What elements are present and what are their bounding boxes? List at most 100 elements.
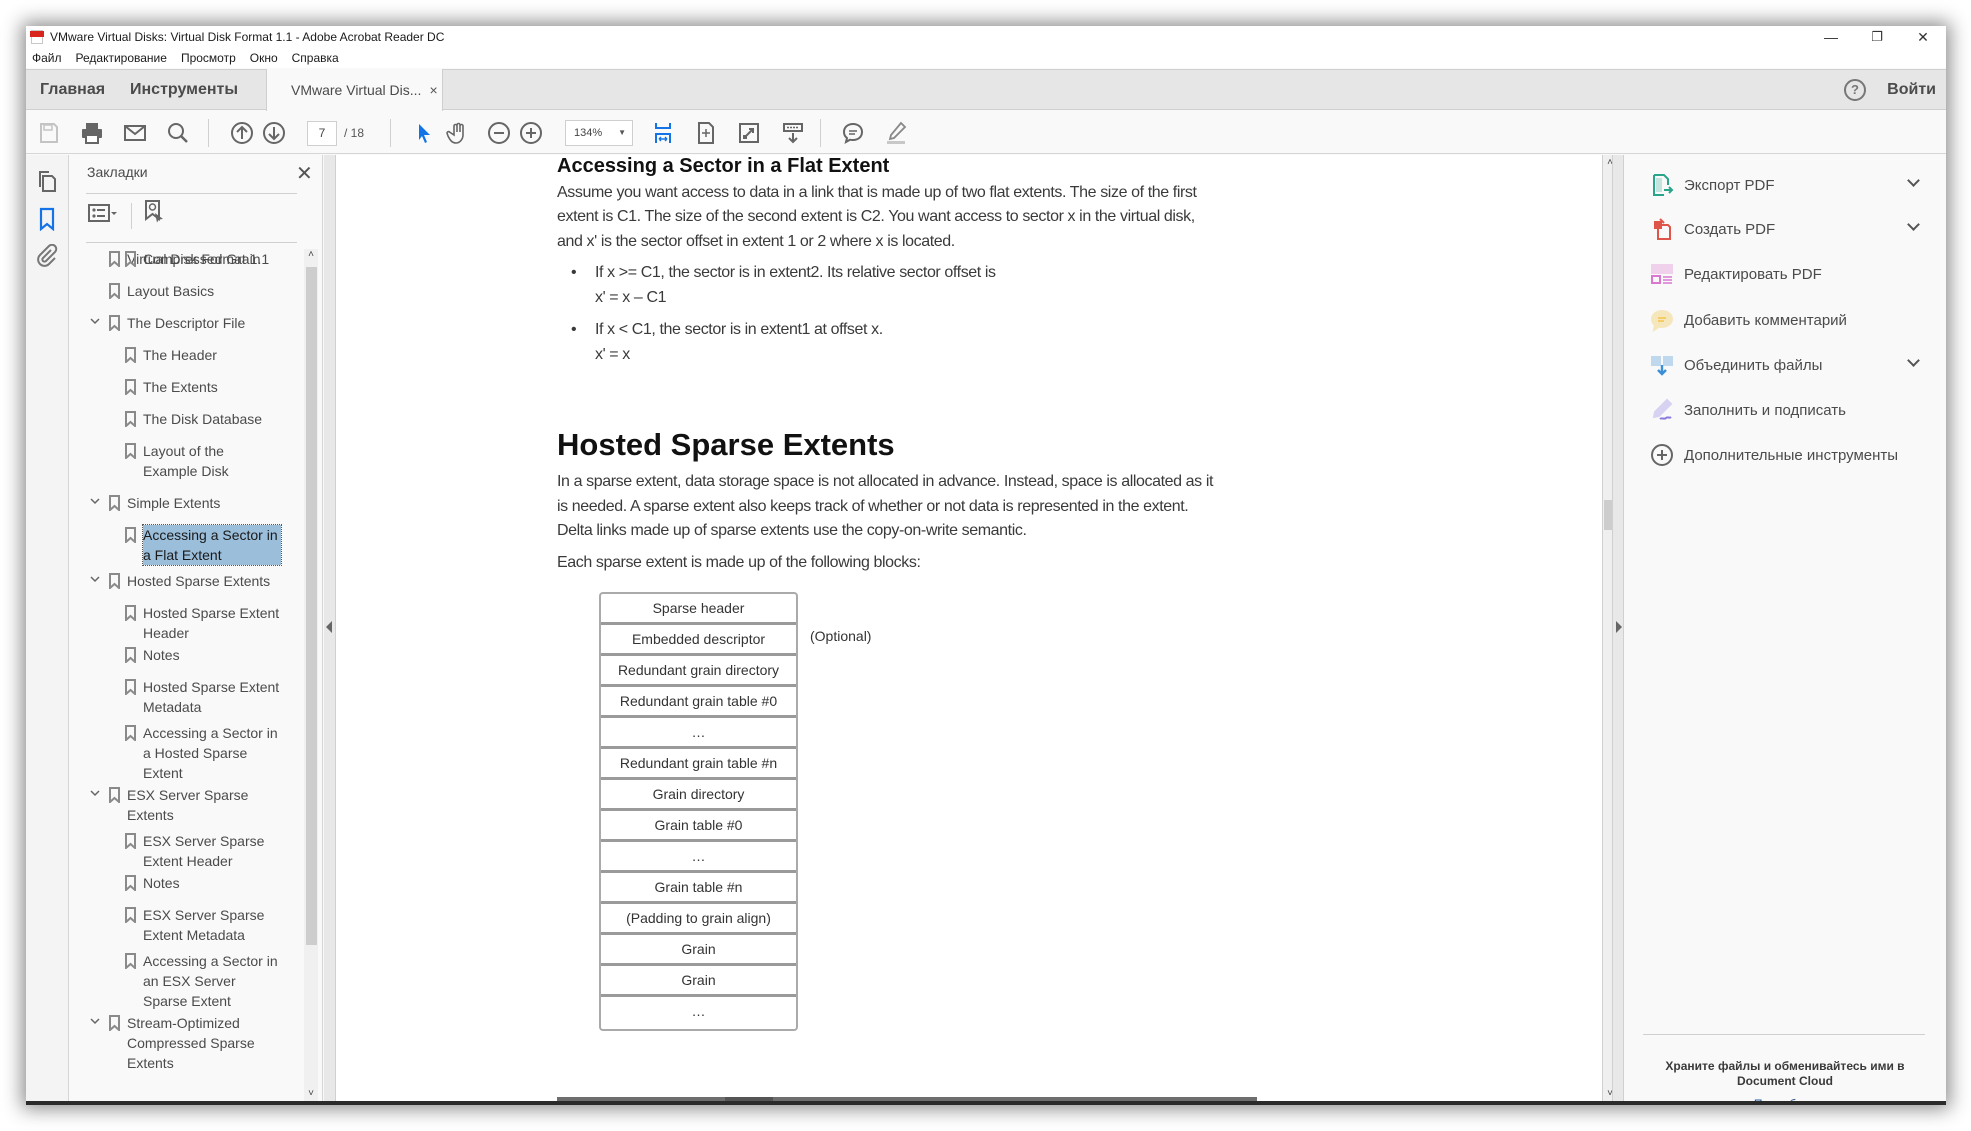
- page-thumbnails-icon[interactable]: [35, 169, 59, 193]
- tool-create-pdf[interactable]: Создать PDF: [1650, 214, 1940, 244]
- sign-in-button[interactable]: Войти: [1887, 70, 1936, 110]
- chevron-down-icon[interactable]: [1907, 354, 1920, 367]
- bookmarks-icon[interactable]: [35, 207, 59, 232]
- bookmark-item[interactable]: The Extents: [125, 377, 281, 397]
- expand-chevron-icon[interactable]: [89, 785, 101, 805]
- bookmark-item[interactable]: Accessing a Sector in a Flat Extent: [125, 524, 282, 566]
- bookmarks-panel: Закладки ✕ Virtual Disk Format 1.1 Layout…: [70, 155, 323, 1101]
- bookmark-label: Layout Basics: [127, 283, 215, 299]
- bookmark-item[interactable]: Hosted Sparse Extent Header: [125, 603, 281, 643]
- minimize-button[interactable]: —: [1808, 26, 1854, 48]
- tab-home[interactable]: Главная: [40, 70, 105, 110]
- menu-edit[interactable]: Редактирование: [76, 51, 167, 65]
- bookmark-item[interactable]: ESX Server Sparse Extents: [90, 785, 277, 825]
- bookmark-item[interactable]: ESX Server Sparse Extent Metadata: [125, 905, 281, 945]
- tab-bar: Главная Инструменты VMware Virtual Dis..…: [26, 69, 1946, 111]
- chevron-down-icon[interactable]: [1907, 174, 1920, 187]
- tab-document[interactable]: VMware Virtual Dis... ×: [266, 69, 443, 111]
- bookmark-item[interactable]: Notes: [125, 873, 281, 893]
- bookmark-icon: [125, 647, 136, 665]
- tool-fill-sign[interactable]: Заполнить и подписать: [1650, 395, 1940, 425]
- menu-file[interactable]: Файл: [32, 51, 62, 65]
- close-window-button[interactable]: ✕: [1900, 26, 1946, 48]
- next-page-icon[interactable]: [261, 120, 287, 146]
- expand-chevron-icon[interactable]: [89, 1013, 101, 1033]
- expand-chevron-icon[interactable]: [89, 313, 101, 333]
- new-bookmark-icon[interactable]: [142, 199, 166, 230]
- restore-button[interactable]: ❐: [1854, 26, 1900, 48]
- bookmark-label: The Header: [143, 347, 217, 363]
- learn-more-link[interactable]: Подробнее: [1644, 1097, 1926, 1101]
- scroll-down-icon[interactable]: ˅: [304, 1088, 318, 1099]
- attachments-icon[interactable]: [35, 243, 59, 268]
- search-icon[interactable]: [165, 120, 191, 146]
- bookmark-label: The Extents: [143, 379, 218, 395]
- tab-tools[interactable]: Инструменты: [130, 70, 238, 110]
- scrollbar-thumb[interactable]: [725, 1097, 773, 1101]
- expand-chevron-icon[interactable]: [89, 571, 101, 591]
- tool-export-pdf[interactable]: Экспорт PDF: [1650, 170, 1940, 200]
- tool-combine-files[interactable]: Объединить файлы: [1650, 350, 1940, 380]
- scrollbar-thumb[interactable]: [1604, 500, 1612, 530]
- diagram-block: Grain table #0: [601, 811, 796, 842]
- previous-page-icon[interactable]: [229, 120, 255, 146]
- zoom-level-select[interactable]: 134% ▼: [565, 120, 633, 146]
- bookmark-label: Accessing a Sector in a Hosted Sparse Ex…: [143, 725, 278, 781]
- tool-more-tools[interactable]: Дополнительные инструменты: [1650, 440, 1940, 470]
- bookmark-item[interactable]: Accessing a Sector in a Hosted Sparse Ex…: [125, 723, 281, 783]
- document-viewer[interactable]: Accessing a Sector in a Flat Extent Assu…: [324, 155, 1612, 1101]
- acrobat-app-icon: [30, 30, 44, 44]
- bookmark-item[interactable]: The Header: [125, 345, 281, 365]
- bookmark-item[interactable]: The Disk Database: [125, 409, 281, 429]
- tool-comment[interactable]: Добавить комментарий: [1650, 305, 1940, 335]
- tool-edit-pdf[interactable]: Редактировать PDF: [1650, 259, 1940, 289]
- menu-view[interactable]: Просмотр: [181, 51, 236, 65]
- full-screen-icon[interactable]: [736, 120, 762, 146]
- bookmark-item[interactable]: Compressed Grain: [125, 249, 281, 269]
- bookmark-item[interactable]: Accessing a Sector in an ESX Server Spar…: [125, 951, 281, 1011]
- title-bar: VMware Virtual Disks: Virtual Disk Forma…: [26, 26, 1946, 48]
- close-tab-icon[interactable]: ×: [429, 82, 437, 98]
- bookmark-options-icon[interactable]: [88, 203, 118, 228]
- zoom-in-icon[interactable]: [518, 120, 544, 146]
- bookmark-item[interactable]: The Descriptor File: [90, 313, 277, 333]
- chevron-down-icon[interactable]: [1907, 218, 1920, 231]
- select-tool-icon[interactable]: [411, 120, 437, 146]
- menu-window[interactable]: Окно: [250, 51, 278, 65]
- page-horizontal-scrollbar[interactable]: [557, 1097, 1257, 1101]
- bookmark-item[interactable]: ESX Server Sparse Extent Header: [125, 831, 281, 871]
- document-scrollbar[interactable]: ˄ ˅: [1602, 155, 1612, 1101]
- hand-tool-icon[interactable]: [445, 120, 471, 146]
- zoom-out-icon[interactable]: [486, 120, 512, 146]
- bookmark-item[interactable]: Layout of the Example Disk: [125, 441, 281, 481]
- print-icon[interactable]: [79, 120, 105, 146]
- paragraph-line: and x' is the sector offset in extent 1 …: [557, 233, 955, 250]
- menu-help[interactable]: Справка: [292, 51, 339, 65]
- scroll-mode-icon[interactable]: [780, 120, 806, 146]
- collapse-left-panel-handle[interactable]: [324, 155, 336, 1101]
- scrollbar-thumb[interactable]: [306, 267, 317, 945]
- bookmark-item[interactable]: Stream-Optimized Compressed Sparse Exten…: [90, 1013, 277, 1073]
- comment-icon[interactable]: [840, 120, 866, 146]
- bullet-formula: x' = x: [595, 346, 630, 363]
- bookmark-item[interactable]: Layout Basics: [109, 281, 277, 301]
- scroll-up-icon[interactable]: ˄: [304, 249, 318, 260]
- close-panel-icon[interactable]: ✕: [296, 161, 313, 186]
- bookmarks-scrollbar[interactable]: ˄ ˅: [304, 249, 318, 1101]
- page-number-input[interactable]: 7: [307, 121, 337, 146]
- bookmark-item[interactable]: Hosted Sparse Extents: [90, 571, 277, 591]
- email-icon[interactable]: [122, 120, 148, 146]
- fit-width-icon[interactable]: [650, 120, 676, 146]
- help-icon[interactable]: ?: [1844, 79, 1866, 101]
- scroll-up-icon[interactable]: ˄: [1603, 157, 1612, 168]
- bookmark-item[interactable]: Notes: [125, 645, 281, 665]
- collapse-right-panel-handle[interactable]: [1612, 155, 1624, 1101]
- bookmark-item[interactable]: Simple Extents: [90, 493, 277, 513]
- bullet-text: If x >= C1, the sector is in extent2. It…: [595, 264, 996, 281]
- scroll-down-icon[interactable]: ˅: [1603, 1088, 1612, 1099]
- expand-chevron-icon[interactable]: [89, 493, 101, 513]
- save-icon[interactable]: [36, 120, 62, 146]
- bookmark-item[interactable]: Hosted Sparse Extent Metadata: [125, 677, 281, 717]
- highlight-pen-icon[interactable]: [883, 120, 909, 146]
- fit-page-icon[interactable]: [693, 120, 719, 146]
